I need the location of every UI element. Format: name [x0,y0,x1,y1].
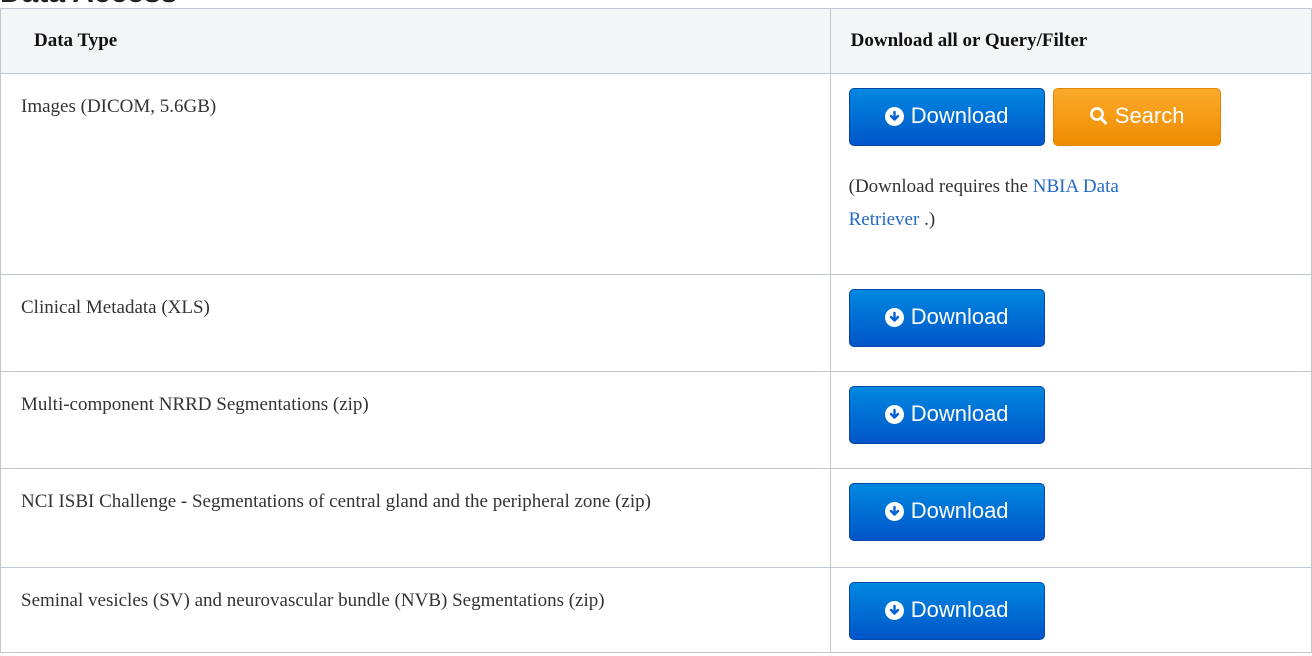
actions-cell: Download [829,371,1312,469]
header-download-query: Download all or Query/Filter [829,8,1312,74]
circle-down-arrow-icon [884,501,904,521]
table-row: Seminal vesicles (SV) and neurovascular … [0,567,1312,653]
actions-cell: Download Search (Download requires the N… [829,73,1312,275]
circle-down-arrow-icon [884,404,904,424]
table-row: Clinical Metadata (XLS) Download [0,274,1312,372]
table-header-row: Data Type Download all or Query/Filter [0,8,1312,74]
retriever-note: (Download requires the NBIA Data Retrieve… [848,176,1119,230]
download-label: Download [910,597,1009,622]
table-row: Multi-component NRRD Segmentations (zip)… [0,371,1312,469]
download-images-button[interactable]: Download [848,88,1045,146]
download-clinical-metadata-button[interactable]: Download [848,289,1045,347]
download-label: Download [910,498,1009,523]
data-type-cell: Seminal vesicles (SV) and neurovascular … [0,567,831,653]
data-type-label: Images (DICOM, 5.6GB) [21,96,217,117]
circle-down-arrow-icon [884,600,904,620]
data-type-label: NCI ISBI Challenge - Segmentations of ce… [21,491,651,512]
circle-down-arrow-icon [884,307,904,327]
table-row: Images (DICOM, 5.6GB) Download Search (D… [0,73,1312,275]
download-label: Download [910,401,1009,426]
search-label: Search [1114,103,1185,128]
header-data-type: Data Type [0,8,831,74]
download-nrrd-segmentations-button[interactable]: Download [848,386,1045,444]
actions-cell: Download [829,468,1312,568]
data-type-label: Clinical Metadata (XLS) [21,297,210,318]
download-isbi-segmentations-button[interactable]: Download [848,483,1045,541]
actions-cell: Download [829,274,1312,372]
data-access-table: Data Type Download all or Query/Filter I… [0,8,1312,653]
circle-down-arrow-icon [884,106,904,126]
table-row: NCI ISBI Challenge - Segmentations of ce… [0,468,1312,568]
data-type-label: Multi-component NRRD Segmentations (zip) [21,394,369,415]
actions-cell: Download [829,567,1312,653]
download-sv-nvb-segmentations-button[interactable]: Download [848,582,1045,640]
data-type-cell: Clinical Metadata (XLS) [0,274,831,372]
magnifier-icon [1089,106,1108,126]
data-type-cell: Multi-component NRRD Segmentations (zip) [0,371,831,469]
search-images-button[interactable]: Search [1052,88,1221,146]
data-type-cell: Images (DICOM, 5.6GB) [0,73,831,275]
download-label: Download [910,304,1009,329]
download-label: Download [910,103,1009,128]
data-type-cell: NCI ISBI Challenge - Segmentations of ce… [0,468,831,568]
data-type-label: Seminal vesicles (SV) and neurovascular … [21,590,605,611]
